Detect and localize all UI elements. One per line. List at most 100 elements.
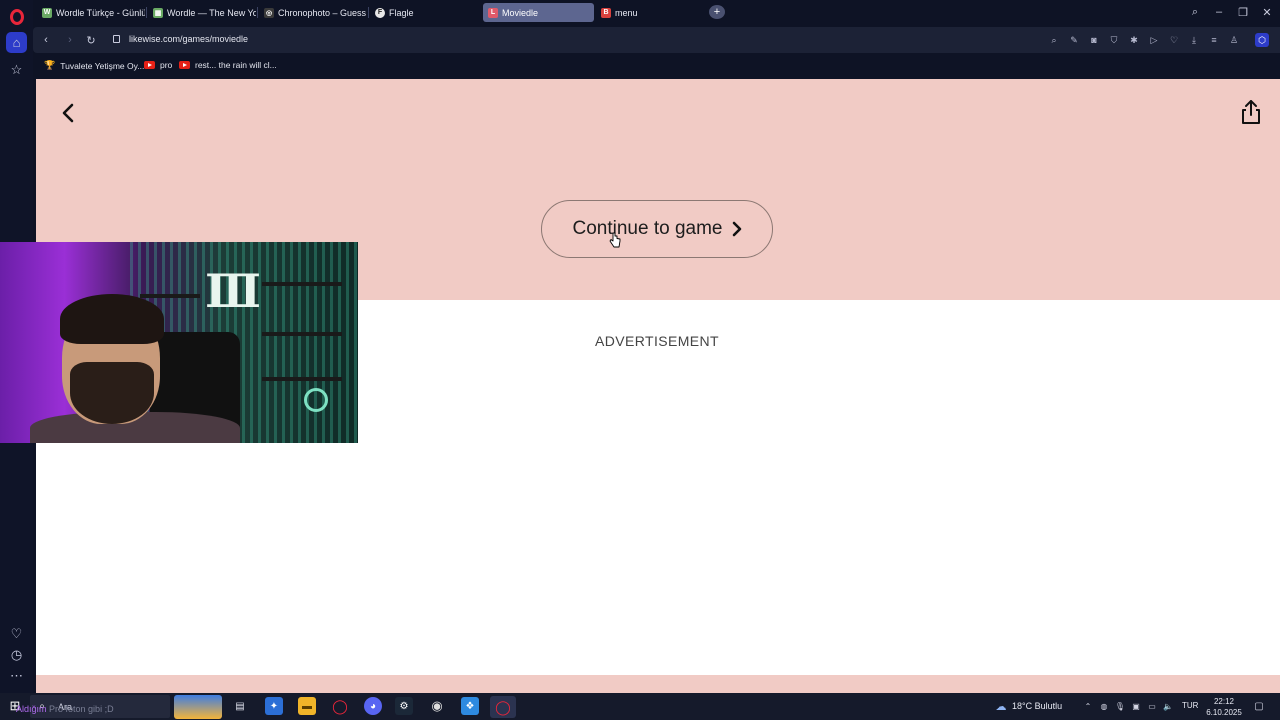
camera-icon[interactable]: ◙ [1087,33,1101,47]
app-icon[interactable]: ❖ [461,697,479,715]
history-clock-icon[interactable]: ◷ [6,644,27,665]
overlay-prefix: Aldığım [16,704,47,714]
download-icon[interactable]: ⤓ [1187,33,1201,47]
clock[interactable]: 22:12 6.10.2025 [1203,696,1245,718]
continue-to-game-button[interactable]: Continue to game [541,200,773,258]
tab-label: Flagle [389,7,414,18]
tab-label: Moviedle [502,7,539,18]
discord-icon[interactable]: ◕ [364,697,382,715]
close-window-icon[interactable]: ✕ [1258,4,1276,20]
tab-favicon: W [42,7,52,18]
shelf [262,377,342,381]
extension-icon[interactable]: ✱ [1127,33,1141,47]
new-tab-plus-icon[interactable]: + [709,5,725,19]
favorites-heart-icon[interactable]: ♡ [6,623,27,644]
tab-menu[interactable]: B menu [596,3,704,22]
game-banner-icon[interactable] [174,695,222,719]
forward-arrow-icon[interactable]: › [62,32,78,48]
reload-icon[interactable]: ↻ [83,32,99,48]
shelf [262,332,342,336]
profile-icon[interactable]: ♙ [1227,33,1241,47]
tab-moviedle[interactable]: L Moviedle [483,3,594,22]
youtube-icon [144,61,155,69]
tab-search-icon[interactable]: ⌕ [1186,4,1204,20]
shelf [140,294,200,298]
url-text[interactable]: likewise.com/games/moviedle [129,34,248,44]
overlay-rest: Pro foton gibi ;D [49,704,114,714]
continue-label: Continue to game [572,218,723,239]
tab-favicon: B [601,7,611,18]
tab-chronophoto[interactable]: ◎ Chronophoto – Guess the [259,3,367,22]
speed-dial-icon[interactable]: ☆ [6,59,27,80]
task-view-icon[interactable]: ▤ [231,697,249,715]
notifications-icon[interactable]: ▢ [1253,701,1265,712]
bookmark-label: Tuvalete Yetişme Oy... [60,60,145,71]
opera-logo-icon [9,8,24,25]
stream-overlay-text: Aldığım Pro foton gibi ;D [16,704,114,714]
chevron-up-icon[interactable]: ⌃ [1083,701,1093,711]
weather-text[interactable]: 18°C Bulutlu [1012,701,1062,711]
tab-favicon: L [488,7,498,18]
tab-separator [146,7,147,18]
minimize-icon[interactable]: – [1210,4,1228,20]
webcam-overlay: Ⅲ [0,242,358,443]
hand-cursor-icon [609,232,621,248]
restore-icon[interactable]: ❐ [1234,4,1252,20]
tab-flagle[interactable]: F Flagle [370,3,478,22]
steam-icon[interactable]: ⚙ [395,697,413,715]
language-indicator[interactable]: TUR [1182,701,1198,710]
opera-browser-icon[interactable]: ◯ [490,696,516,718]
tab-label: Chronophoto – Guess the [278,7,367,18]
time-text: 22:12 [1213,697,1235,706]
tab-favicon: ▦ [153,7,163,18]
bookmark-item[interactable]: 🏆 Tuvalete Yetişme Oy... [44,60,144,71]
bookmark-item[interactable]: pro [144,60,172,70]
date-text: 6.10.2025 [1206,708,1242,717]
opera-menu-button[interactable] [6,6,27,27]
back-chevron-icon[interactable] [60,103,76,123]
search-page-icon[interactable]: ⌕ [1047,33,1061,47]
bottom-hero-strip [36,675,1280,693]
ring-logo-icon [304,388,328,412]
tab-favicon: F [375,7,385,18]
streamer-beard [70,362,154,424]
youtube-icon [179,61,190,69]
tab-label: menu [615,7,638,18]
network-icon[interactable]: ▭ [1147,701,1157,711]
tab-favicon: ◎ [264,7,274,18]
tray-app-icon[interactable]: ▣ [1131,701,1141,711]
tab-wordle-nyt[interactable]: ▦ Wordle — The New York [148,3,256,22]
streamer-hair [60,294,164,344]
trophy-icon: 🏆 [44,60,56,70]
heart-icon[interactable]: ♡ [1167,33,1181,47]
obs-icon[interactable]: ◉ [428,697,446,715]
chevron-right-icon [732,221,741,237]
opera-gx-icon[interactable]: ◯ [331,697,349,715]
play-icon[interactable]: ▷ [1147,33,1161,47]
tab-label: Wordle Türkçe - Günlük K [56,7,145,18]
tab-separator [368,7,369,18]
shelf [262,282,342,286]
monster-logo-icon: Ⅲ [205,264,262,318]
app-icon[interactable]: ✦ [265,697,283,715]
more-dots-icon[interactable]: ⋯ [6,665,27,686]
volume-icon[interactable]: 🔈 [1163,701,1173,711]
aria-icon[interactable]: ⬡ [1255,33,1269,47]
home-icon[interactable]: ⌂ [6,32,27,53]
tab-label: Wordle — The New York [167,7,256,18]
file-explorer-icon[interactable]: ▬ [298,697,316,715]
edit-icon[interactable]: ✎ [1067,33,1081,47]
bookmark-label: pro [160,60,173,70]
tray-app-icon[interactable]: ◍ [1099,701,1109,711]
microphone-icon[interactable]: 🎙 [1115,701,1125,711]
bookmark-label: rest... the rain will cl... [195,60,277,70]
tab-separator [257,7,258,18]
back-arrow-icon[interactable]: ‹ [38,32,54,48]
menu-lines-icon[interactable]: ≡ [1207,33,1221,47]
weather-cloud-icon: ☁ [995,700,1007,713]
share-icon[interactable] [1240,99,1262,125]
lock-icon [113,35,120,43]
bookmark-item[interactable]: rest... the rain will cl... [179,60,277,70]
tab-wordle-turkce[interactable]: W Wordle Türkçe - Günlük K [37,3,145,22]
shield-icon[interactable]: ⛉ [1107,33,1121,47]
